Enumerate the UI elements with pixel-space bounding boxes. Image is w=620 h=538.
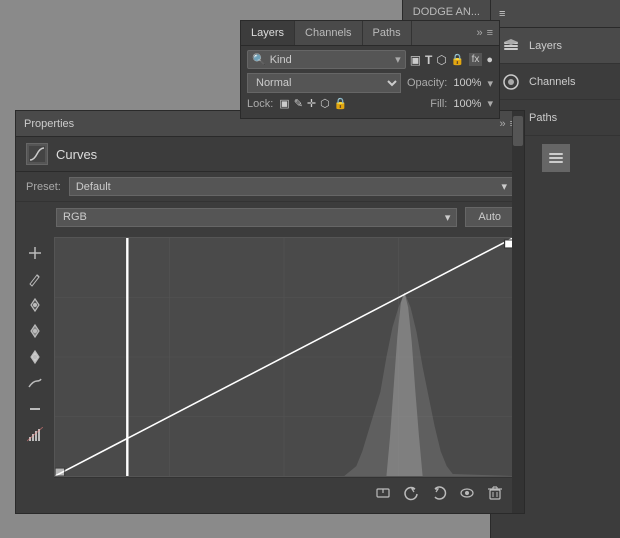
kind-search-box[interactable]: 🔍 Kind ▾ (247, 50, 406, 69)
eyedropper-black-tool[interactable] (24, 294, 46, 316)
fill-dropdown-arrow: ▾ (487, 97, 493, 110)
eyedropper-white-tool[interactable] (24, 346, 46, 368)
circle-icon[interactable]: ● (486, 54, 493, 66)
region-tool[interactable] (24, 242, 46, 264)
left-toolbar (21, 237, 49, 508)
blend-mode-select[interactable]: Normal (247, 73, 401, 93)
sidebar-item-channels[interactable]: Channels (491, 64, 620, 100)
visibility-btn[interactable] (456, 482, 478, 504)
type-icon[interactable]: T (425, 53, 432, 67)
search-icon: 🔍 (252, 53, 266, 66)
auto-button[interactable]: Auto (465, 207, 514, 227)
shape-icon[interactable]: ⬡ (436, 53, 446, 67)
layers-icon (501, 36, 521, 56)
right-panel-titlebar: ≡ (491, 0, 620, 28)
curves-adjust-tool[interactable] (24, 372, 46, 394)
curves-graph[interactable] (54, 237, 514, 477)
scrollbar-thumb (513, 116, 523, 146)
opacity-dropdown-arrow: ▾ (487, 77, 493, 90)
right-panel-title-icon: ≡ (499, 8, 505, 20)
curves-adjustment-icon (26, 143, 48, 165)
lock-row: Lock: ▣ ✎ ✛ ⬡ 🔒 Fill: 100% ▾ (247, 97, 493, 110)
lock-transparency[interactable]: ▣ (279, 97, 289, 110)
preset-select[interactable]: Default ▾ (69, 177, 514, 196)
sidebar-item-channels-label: Channels (529, 76, 575, 88)
previous-state-btn[interactable] (400, 482, 422, 504)
curves-bottom-bar (54, 477, 514, 508)
properties-panel: Properties » ≡ Curves Preset: Default ▾ … (15, 110, 525, 514)
clip-shadows-btn[interactable] (372, 482, 394, 504)
sidebar-item-layers-label: Layers (529, 40, 562, 52)
lock-position[interactable]: ✛ (307, 97, 316, 110)
expand-icon[interactable]: » (499, 118, 505, 130)
preset-dropdown-arrow: ▾ (501, 180, 507, 193)
lock-paint[interactable]: ✎ (294, 97, 303, 110)
side-scrollbar[interactable] (512, 111, 524, 513)
curves-area (16, 232, 524, 513)
layer-type-icons: ▣ T ⬡ 🔒 fx ● (410, 53, 493, 67)
kind-search-row: 🔍 Kind ▾ ▣ T ⬡ 🔒 fx ● (247, 50, 493, 69)
rgb-select[interactable]: RGB ▾ (56, 208, 457, 227)
panel-tabs: Layers Channels Paths » ≡ (241, 21, 499, 46)
lock-icon[interactable]: 🔒 (451, 53, 465, 66)
tab-paths[interactable]: Paths (363, 21, 412, 45)
rgb-row: RGB ▾ Auto (16, 202, 524, 232)
pencil-tool[interactable] (24, 268, 46, 290)
rgb-dropdown-arrow: ▾ (445, 211, 451, 224)
pixel-icon[interactable]: ▣ (410, 53, 421, 67)
minus-tool[interactable] (24, 398, 46, 420)
curves-title: Curves (56, 147, 97, 162)
menu-icon[interactable]: ≡ (487, 27, 493, 39)
fx-icon[interactable]: fx (469, 53, 483, 66)
blend-mode-row: Normal Opacity: 100% ▾ (247, 73, 493, 93)
lock-all[interactable]: 🔒 (334, 97, 348, 110)
channels-icon (501, 72, 521, 92)
kind-dropdown-arrow: ▾ (395, 53, 401, 66)
layers-panel: Layers Channels Paths » ≡ 🔍 Kind ▾ ▣ T ⬡… (240, 20, 500, 119)
curves-header: Curves (16, 137, 524, 172)
panel-tab-actions: » ≡ (470, 27, 499, 39)
lock-icons-group: ▣ ✎ ✛ ⬡ 🔒 (279, 97, 347, 110)
curves-graph-wrapper (54, 237, 514, 508)
mini-panel-btn[interactable] (542, 144, 570, 172)
histogram-tool[interactable] (24, 424, 46, 446)
tab-layers[interactable]: Layers (241, 21, 295, 45)
layers-controls: 🔍 Kind ▾ ▣ T ⬡ 🔒 fx ● Normal Opacity: 10… (241, 46, 499, 118)
lock-artboard[interactable]: ⬡ (320, 97, 330, 110)
preset-row: Preset: Default ▾ (16, 172, 524, 202)
reset-btn[interactable] (428, 482, 450, 504)
expand-icon[interactable]: » (476, 27, 482, 39)
delete-btn[interactable] (484, 482, 506, 504)
eyedropper-gray-tool[interactable] (24, 320, 46, 342)
sidebar-item-paths-label: Paths (529, 112, 557, 124)
properties-title: Properties (24, 118, 74, 130)
sidebar-item-layers[interactable]: Layers (491, 28, 620, 64)
tab-channels[interactable]: Channels (295, 21, 362, 45)
